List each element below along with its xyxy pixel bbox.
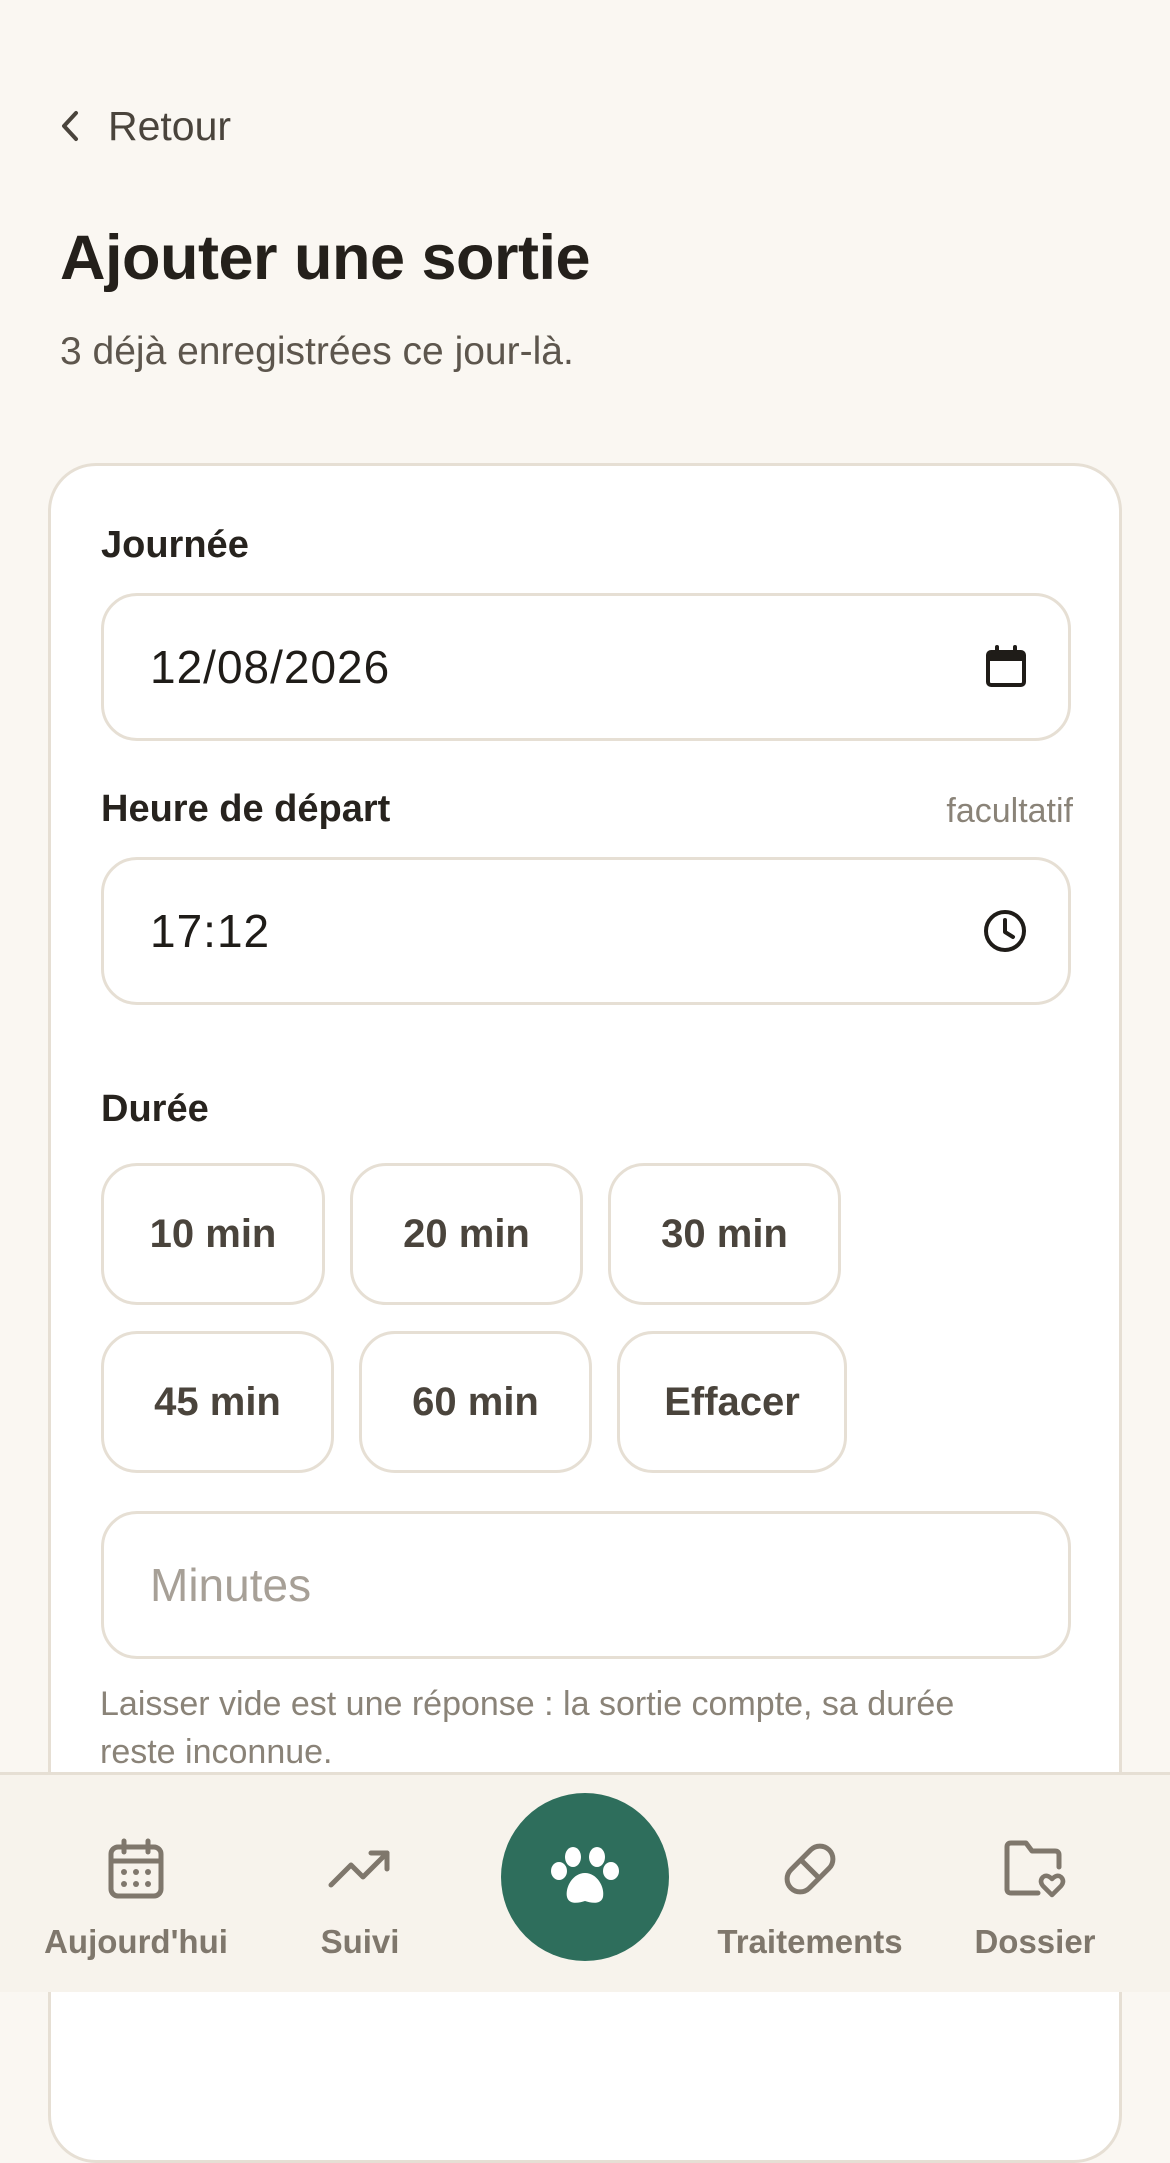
minutes-input[interactable]: Minutes [101, 1511, 1071, 1659]
trend-up-icon [327, 1837, 393, 1901]
nav-label-treatments: Traitements [717, 1923, 903, 1960]
calendar-icon [106, 1837, 166, 1901]
day-label: Journée [101, 524, 249, 566]
page-title: Ajouter une sortie [60, 223, 591, 293]
duration-chip-10[interactable]: 10 min [101, 1163, 325, 1305]
paw-icon [549, 1845, 621, 1909]
pill-icon [777, 1837, 843, 1901]
nav-item-treatments[interactable]: Traitements [710, 1775, 910, 1995]
duration-chip-30[interactable]: 30 min [608, 1163, 841, 1305]
folder-heart-icon [1002, 1837, 1068, 1901]
departure-time-value: 17:12 [150, 905, 271, 957]
nav-item-folder[interactable]: Dossier [960, 1775, 1110, 1995]
nav-label-folder: Dossier [974, 1923, 1096, 1960]
clock-icon[interactable] [982, 908, 1028, 954]
nav-item-tracking[interactable]: Suivi [280, 1775, 440, 1995]
departure-time-label: Heure de départ [101, 788, 391, 830]
nav-label-today: Aujourd'hui [44, 1923, 228, 1960]
duration-chip-45[interactable]: 45 min [101, 1331, 334, 1473]
duration-label: Durée [101, 1088, 209, 1130]
day-date-value: 12/08/2026 [150, 641, 391, 693]
minutes-placeholder: Minutes [150, 1559, 312, 1611]
nav-item-today[interactable]: Aujourd'hui [36, 1775, 236, 1995]
day-date-input[interactable]: 12/08/2026 [101, 593, 1071, 741]
duration-chip-60[interactable]: 60 min [359, 1331, 592, 1473]
back-label: Retour [108, 102, 232, 149]
clear-duration-button[interactable]: Effacer [617, 1331, 847, 1473]
calendar-icon[interactable] [984, 645, 1028, 689]
departure-time-input[interactable]: 17:12 [101, 857, 1071, 1005]
nav-label-tracking: Suivi [320, 1923, 400, 1960]
duration-helper-text: Laisser vide est une réponse : la sortie… [100, 1685, 955, 1771]
add-outing-paw-button[interactable] [501, 1793, 669, 1961]
duration-chip-20[interactable]: 20 min [350, 1163, 583, 1305]
chevron-left-icon [58, 108, 82, 144]
optional-hint: facultatif [946, 792, 1073, 830]
page-subtitle: 3 déjà enregistrées ce jour-là. [60, 330, 574, 373]
back-button[interactable]: Retour [58, 98, 231, 154]
